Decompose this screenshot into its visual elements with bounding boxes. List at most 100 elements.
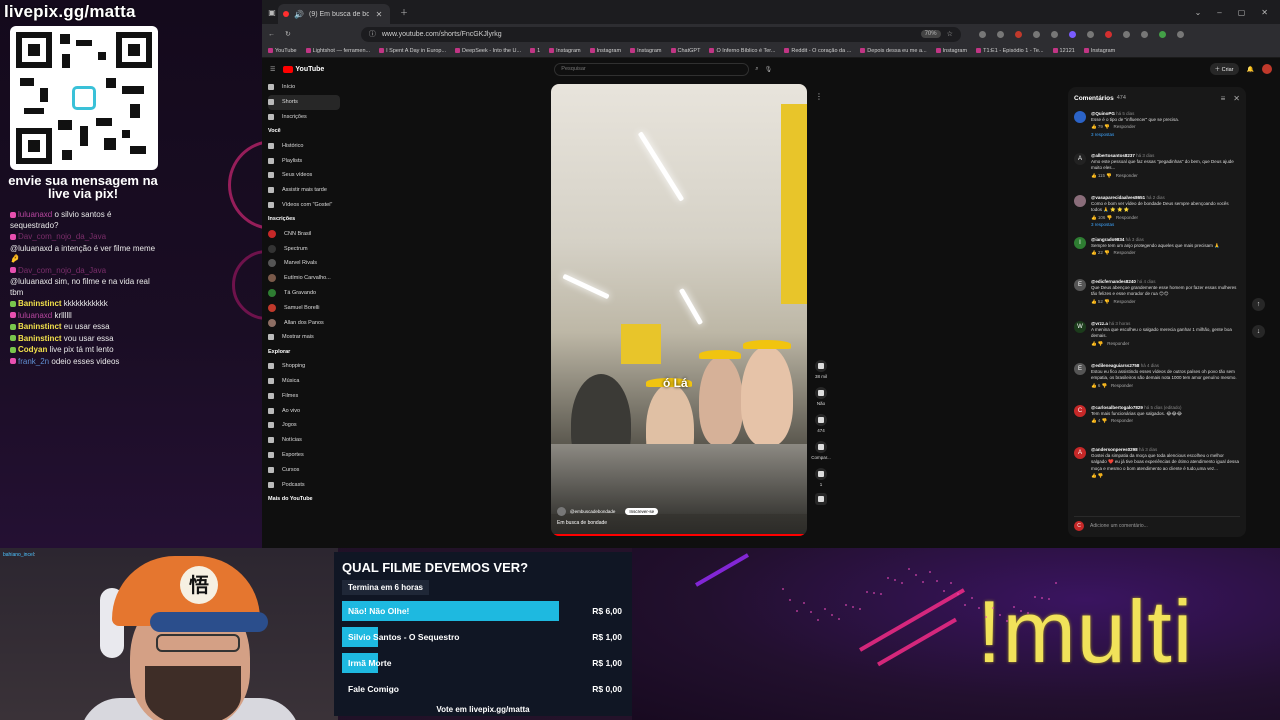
share-icon[interactable] [815, 441, 827, 453]
remix-icon[interactable] [815, 468, 827, 480]
reply-button[interactable]: Responder [1116, 173, 1138, 178]
menu-icon[interactable] [1176, 30, 1184, 38]
comment-avatar[interactable] [1074, 195, 1086, 207]
sidebar-item[interactable]: Histórico [268, 138, 342, 153]
dislike-icon[interactable] [815, 387, 827, 399]
sidebar-item[interactable]: Marvel Rivals [268, 256, 342, 271]
dislike-icon[interactable]: 👎 [1104, 250, 1110, 255]
comment-author[interactable]: @carlosalbertogalo7829 [1091, 405, 1143, 410]
sidebar-item[interactable]: Notícias [268, 433, 342, 448]
bookmark-item[interactable]: O Inferno Bíblico é Ter... [709, 48, 775, 54]
close-window-icon[interactable]: ✕ [1261, 8, 1268, 17]
bookmark-item[interactable]: Instagram [549, 48, 581, 54]
profile-icon[interactable] [1158, 30, 1166, 38]
extension-icon[interactable] [1122, 30, 1130, 38]
tab-actions-icon[interactable]: ▣ [266, 8, 278, 17]
extension-icon[interactable] [978, 30, 986, 38]
more-options-icon[interactable]: ⋮ [815, 92, 823, 101]
comment-avatar[interactable]: E [1074, 279, 1086, 291]
sidebar-item[interactable]: Jogos [268, 418, 342, 433]
audio-icon[interactable]: 🔊 [293, 10, 305, 19]
reply-button[interactable]: Responder [1114, 250, 1136, 255]
search-input[interactable]: Pesquisar [554, 62, 750, 76]
reply-button[interactable]: Responder [1111, 383, 1133, 388]
comment-author[interactable]: @vasaparecidaalves8651 [1091, 195, 1145, 200]
sidebar-item[interactable]: Assistir mais tarde [268, 183, 342, 198]
extension-icon[interactable] [1014, 30, 1022, 38]
reply-button[interactable]: Responder [1116, 215, 1138, 220]
extension-icon[interactable] [1104, 30, 1112, 38]
reload-icon[interactable]: ↻ [285, 30, 291, 38]
bookmark-item[interactable]: Instagram [630, 48, 662, 54]
reply-button[interactable]: Responder [1111, 418, 1133, 423]
sidebar-section-header[interactable]: Inscrições [268, 212, 342, 226]
dislike-icon[interactable]: 👎 [1098, 341, 1104, 346]
dislike-icon[interactable]: 👎 [1098, 473, 1104, 478]
like-icon[interactable]: 👍 [1091, 473, 1097, 478]
comment-avatar[interactable]: W [1074, 321, 1086, 333]
sidebar-item[interactable]: Tá Gravando [268, 286, 342, 301]
sidebar-item[interactable]: Inscrições [268, 110, 342, 125]
extension-icon[interactable] [1032, 30, 1040, 38]
dislike-icon[interactable]: 👎 [1104, 124, 1110, 129]
extension-icon[interactable] [1068, 30, 1076, 38]
sidebar-item[interactable]: Mostrar mais [268, 330, 342, 345]
sidebar-section-header[interactable]: Explorar [268, 345, 342, 359]
sidebar-item[interactable]: Podcasts [268, 477, 342, 492]
dislike-icon[interactable]: 👎 [1102, 383, 1108, 388]
comment-author[interactable]: @QuinoPG [1091, 111, 1115, 116]
channel-name[interactable]: @embuscadebondade [570, 509, 615, 514]
extension-icon[interactable] [996, 30, 1004, 38]
bookmark-item[interactable]: Depois dessa eu me a... [860, 48, 927, 54]
like-icon[interactable]: 👍 [1091, 299, 1097, 304]
bookmark-item[interactable]: ChatGPT [670, 48, 700, 54]
video-progress[interactable] [551, 534, 807, 536]
next-short-icon[interactable]: ↓ [1252, 325, 1265, 338]
replies-toggle[interactable]: 3 respostas [1091, 132, 1240, 138]
comment-author[interactable]: @albertosantos8237 [1091, 153, 1135, 158]
sidebar-section-header[interactable]: Mais do YouTube [268, 492, 342, 506]
dislike-icon[interactable]: 👎 [1104, 299, 1110, 304]
dislike-icon[interactable]: 👎 [1106, 173, 1112, 178]
add-comment-field[interactable]: C Adicione um comentário... [1074, 516, 1240, 531]
sidebar-item[interactable]: Esportes [268, 448, 342, 463]
tab-active[interactable]: 🔊 (9) Em busca de bondade ✕ [278, 4, 390, 24]
reply-button[interactable]: Responder [1107, 341, 1129, 346]
reply-button[interactable]: Responder [1114, 124, 1136, 129]
dislike-icon[interactable]: 👎 [1107, 215, 1113, 220]
sidebar-item[interactable]: Filmes [268, 388, 342, 403]
sort-icon[interactable]: ≡ [1221, 94, 1226, 103]
comment-avatar[interactable] [1074, 111, 1086, 123]
comment-author[interactable]: @iangrado9834 [1091, 237, 1124, 242]
extension-icon[interactable] [1140, 30, 1148, 38]
comment-avatar[interactable]: A [1074, 153, 1086, 165]
url-field[interactable]: ⓘ www.youtube.com/shorts/FncGKJlyrkg 70%… [360, 26, 961, 42]
like-icon[interactable]: 👍 [1091, 250, 1097, 255]
comment-avatar[interactable]: A [1074, 447, 1086, 459]
maximize-icon[interactable]: ▢ [1238, 8, 1246, 17]
sidebar-item[interactable]: Allan dos Panos [268, 315, 342, 330]
sidebar-item[interactable]: Shorts [268, 94, 340, 110]
bookmark-item[interactable]: Instagram [1083, 48, 1115, 54]
back-icon[interactable]: ← [268, 31, 275, 38]
new-tab-icon[interactable]: ＋ [398, 7, 410, 18]
sidebar-item[interactable]: Música [268, 374, 342, 389]
bookmark-item[interactable]: T1:E1 - Episódio 1 - Te... [976, 48, 1044, 54]
bookmark-item[interactable]: YouTube [268, 48, 297, 54]
chevron-down-icon[interactable]: ⌄ [1195, 8, 1202, 17]
site-info-icon[interactable]: ⓘ [369, 29, 376, 39]
hamburger-menu-icon[interactable]: ☰ [270, 66, 275, 73]
comment-author[interactable]: @andersonperes0298 [1091, 447, 1138, 452]
sidebar-item[interactable]: Início [268, 80, 342, 95]
sidebar-item[interactable]: Spectrum [268, 241, 342, 256]
short-video-player[interactable]: ó Lá @embuscadebondade Inscrever-se Em b… [551, 84, 807, 536]
close-icon[interactable]: ✕ [1233, 94, 1240, 103]
zoom-badge[interactable]: 70% [920, 30, 941, 38]
like-icon[interactable] [815, 360, 827, 372]
close-tab-icon[interactable]: ✕ [373, 10, 385, 19]
dislike-icon[interactable]: 👎 [1102, 418, 1108, 423]
sidebar-item[interactable]: Cursos [268, 462, 342, 477]
like-icon[interactable]: 👍 [1091, 383, 1097, 388]
bookmark-star-icon[interactable]: ☆ [947, 30, 953, 38]
sidebar-item[interactable]: Eutímio Carvalho... [268, 271, 342, 286]
